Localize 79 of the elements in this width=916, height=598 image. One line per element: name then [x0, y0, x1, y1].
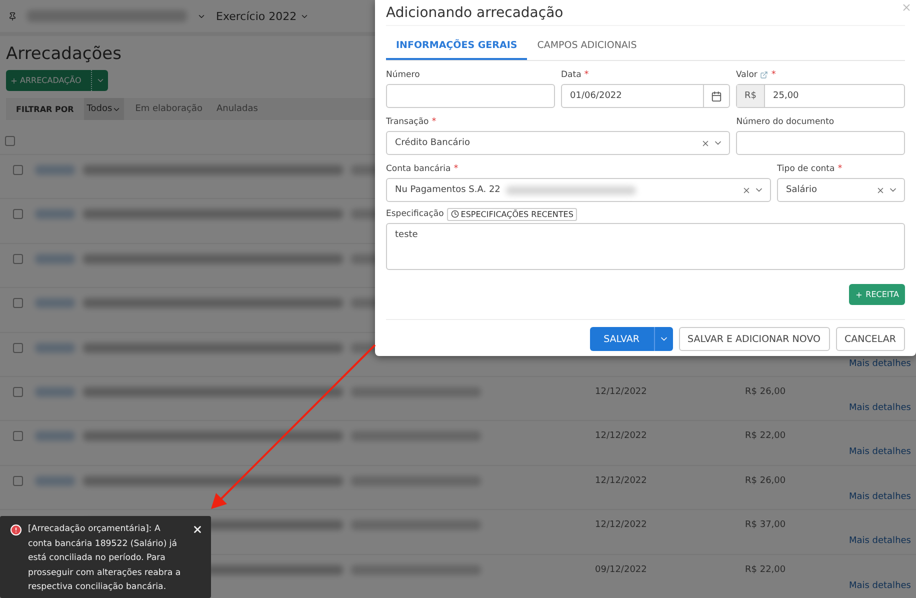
field-label: Data	[561, 70, 582, 80]
amount-field[interactable]: R$ 25,00	[736, 84, 905, 108]
plus-icon	[854, 290, 863, 298]
checkbox[interactable]	[5, 136, 15, 146]
field-label: Especificação	[386, 209, 444, 219]
close-icon[interactable]	[192, 524, 203, 535]
required-mark: *	[771, 70, 776, 80]
text-field[interactable]	[386, 84, 555, 108]
blurred-text	[35, 476, 75, 486]
details-link[interactable]: Mais detalhes	[848, 536, 911, 546]
required-mark: *	[584, 70, 589, 80]
pin-icon[interactable]	[8, 12, 17, 20]
filter-tab[interactable]: Todos	[84, 98, 124, 120]
date-text: 09/12/2022	[595, 564, 648, 575]
blurred-text	[35, 342, 75, 353]
field-label: Conta bancária	[386, 164, 451, 174]
checkbox[interactable]	[13, 165, 23, 175]
recent-button[interactable]: ESPECIFICAÇÕES RECENTES	[446, 208, 578, 220]
required-mark: *	[432, 117, 436, 127]
dialog-title: Adicionando arrecadação	[386, 0, 905, 26]
select-field[interactable]: Salário	[777, 178, 905, 202]
field-label: Número do documento	[736, 117, 834, 127]
clock-icon	[450, 210, 459, 218]
select-field[interactable]: Nu Pagamentos S.A. 22	[386, 178, 771, 202]
date-text: 12/12/2022	[595, 431, 648, 442]
clear-icon[interactable]	[701, 138, 710, 148]
text-area[interactable]: teste	[386, 223, 905, 270]
select-field[interactable]: Crédito Bancário	[386, 131, 730, 155]
amount-text: R$ 22,00	[745, 564, 787, 575]
details-link[interactable]: Mais detalhes	[848, 447, 911, 458]
year-dropdown[interactable]: Exercício 2022	[216, 10, 309, 22]
filter-tab[interactable]: Anuladas	[213, 98, 261, 120]
amount-text: R$ 37,00	[745, 520, 787, 530]
checkbox[interactable]	[13, 476, 23, 486]
date-text: 12/12/2022	[595, 520, 648, 530]
checkbox[interactable]	[13, 342, 23, 353]
amount-text: R$ 26,00	[745, 476, 787, 486]
required-mark: *	[454, 164, 458, 174]
details-link[interactable]: Mais detalhes	[848, 358, 911, 369]
required-mark: *	[838, 164, 842, 174]
checkbox[interactable]	[13, 431, 23, 442]
text-field[interactable]	[736, 131, 905, 155]
amount-text: R$ 22,00	[745, 431, 787, 442]
caret-icon[interactable]	[96, 76, 104, 85]
amount-text: R$ 26,00	[745, 386, 787, 397]
cancel-button[interactable]: CANCELAR	[836, 327, 905, 351]
date-text: 12/12/2022	[595, 476, 648, 486]
date-field[interactable]: 01/06/2022	[561, 84, 730, 108]
filter-label: FILTRAR POR	[16, 104, 74, 114]
details-link[interactable]: Mais detalhes	[848, 492, 911, 502]
field-label: Número	[386, 70, 420, 80]
toast-message: [Arrecadação orçamentária]: A conta bancária 189522 (Salário) já está conciliada no período. Para prosseguir com alterações reabra a respectiva conciliação bancária.	[28, 523, 182, 594]
details-link[interactable]: Mais detalhes	[848, 402, 911, 413]
save-new-button[interactable]: SALVAR E ADICIONAR NOVO	[678, 327, 830, 351]
tab[interactable]: INFORMAÇÕES GERAIS	[386, 32, 528, 60]
blurred-text	[35, 254, 75, 264]
checkbox[interactable]	[13, 386, 23, 397]
checkbox[interactable]	[13, 298, 23, 308]
field-label: Tipo de conta	[777, 164, 835, 174]
blurred-text	[35, 165, 75, 175]
details-link[interactable]: Mais detalhes	[848, 580, 911, 591]
page-title: Arrecadações	[6, 44, 122, 64]
field-label: Transação	[386, 117, 429, 127]
add-revenue-button[interactable]: RECEITA	[848, 284, 905, 305]
checkbox[interactable]	[13, 254, 23, 264]
blurred-text	[35, 298, 75, 308]
clear-icon[interactable]	[876, 186, 885, 194]
clear-icon[interactable]	[742, 186, 751, 194]
checkbox[interactable]	[13, 209, 23, 220]
blurred-text	[35, 386, 75, 397]
tab[interactable]: CAMPOS ADICIONAIS	[527, 32, 647, 60]
error-icon	[10, 524, 22, 536]
plus-icon	[10, 76, 18, 84]
add-button[interactable]: ARRECADAÇÃO	[6, 70, 108, 91]
blurred-text	[35, 209, 75, 220]
filter-tab[interactable]: Em elaboração	[132, 98, 206, 120]
date-text: 12/12/2022	[595, 386, 648, 397]
field-label: Valor	[736, 70, 758, 80]
blurred-text	[35, 431, 75, 442]
